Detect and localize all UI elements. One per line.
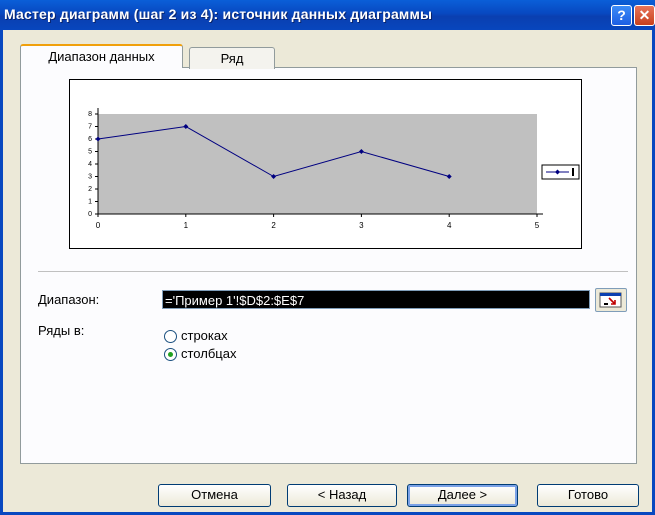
y-tick-label: 3: [88, 174, 92, 181]
x-tick-label: 5: [535, 221, 540, 230]
collapse-dialog-icon: [599, 292, 622, 308]
x-tick-label: 0: [96, 221, 101, 230]
x-tick-label: 4: [447, 221, 452, 230]
next-button[interactable]: Далее >: [407, 484, 518, 507]
finish-button[interactable]: Готово: [537, 484, 639, 507]
line-chart: 0 1 2 3 4 5 6 7 8 0 1 2 3 4 5: [88, 108, 580, 230]
window-title: Мастер диаграмм (шаг 2 из 4): источник д…: [4, 6, 433, 22]
y-tick-label: 7: [88, 124, 92, 131]
radio-columns-label[interactable]: столбцах: [181, 346, 236, 361]
radio-selected-dot: [168, 352, 173, 357]
y-tick-label: 1: [88, 199, 92, 206]
x-tick-label: 1: [184, 221, 189, 230]
help-button[interactable]: ?: [611, 5, 632, 26]
range-label: Диапазон:: [38, 292, 100, 307]
back-button[interactable]: < Назад: [287, 484, 397, 507]
radio-columns[interactable]: [164, 348, 177, 361]
tab-data-range[interactable]: Диапазон данных: [20, 44, 183, 68]
y-tick-label: 4: [88, 161, 92, 168]
y-tick-label: 6: [88, 136, 92, 143]
radio-rows[interactable]: [164, 330, 177, 343]
tab-series[interactable]: Ряд: [189, 47, 275, 69]
y-tick-label: 5: [88, 149, 92, 156]
close-button[interactable]: ✕: [634, 5, 655, 26]
title-bar: Мастер диаграмм (шаг 2 из 4): источник д…: [0, 0, 655, 30]
chart-preview: 0 1 2 3 4 5 6 7 8 0 1 2 3 4 5: [69, 79, 582, 249]
y-tick-label: 2: [88, 186, 92, 193]
y-tick-label: 0: [88, 211, 92, 218]
separator: [38, 271, 628, 272]
legend-key-mark: [572, 168, 574, 176]
y-tick-label: 8: [88, 111, 92, 118]
range-input[interactable]: ='Пример 1'!$D$2:$E$7: [162, 290, 590, 309]
x-tick-label: 2: [271, 221, 276, 230]
collapse-dialog-button[interactable]: [595, 288, 627, 312]
series-in-label: Ряды в:: [38, 323, 85, 338]
x-tick-label: 3: [359, 221, 364, 230]
radio-rows-label[interactable]: строках: [181, 328, 228, 343]
cancel-button[interactable]: Отмена: [158, 484, 271, 507]
